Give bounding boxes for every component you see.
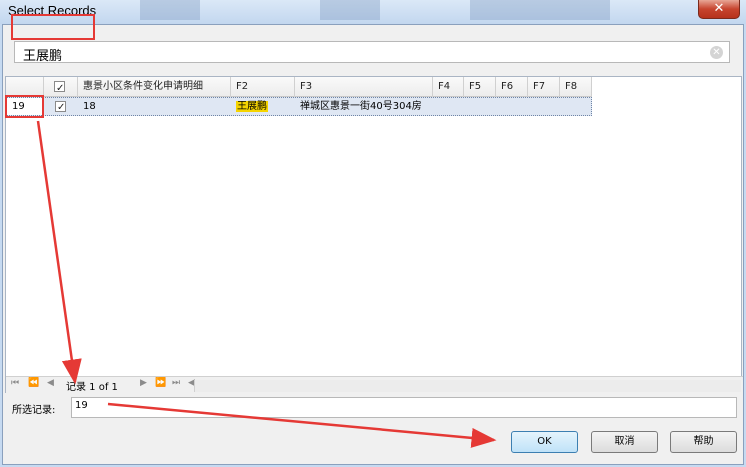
records-grid: 惠景小区条件变化申请明细 F2 F3 F4 F5 F6 F7 F8 19 18 …: [5, 76, 743, 393]
header-f3[interactable]: F3: [295, 77, 433, 97]
header-f6[interactable]: F6: [496, 77, 528, 97]
pager: ⏮ ⏪ ◀ 记录 1 of 1 ▶ ⏩ ⏭ ◀: [6, 376, 743, 393]
header-f5[interactable]: F5: [464, 77, 496, 97]
selected-records-label: 所选记录:: [12, 405, 56, 416]
row-f3: 禅城区惠景一街40号304房: [300, 101, 422, 112]
background-blur: [320, 0, 380, 20]
title-bar: Select Records ✕: [0, 0, 746, 24]
prev-page-icon[interactable]: ⏪: [28, 378, 39, 388]
header-rownum: [6, 77, 44, 97]
dialog-body: 王展鹏 ✕ 惠景小区条件变化申请明细 F2 F3 F4 F5 F6 F7 F8 …: [2, 24, 744, 465]
close-button[interactable]: ✕: [698, 0, 740, 19]
last-icon[interactable]: ⏭: [172, 378, 180, 388]
header-f2[interactable]: F2: [231, 77, 295, 97]
search-match: 王展鹏: [236, 101, 268, 112]
table-row[interactable]: 19 18 王展鹏 禅城区惠景一街40号304房: [6, 97, 592, 116]
header-col1[interactable]: 惠景小区条件变化申请明细: [78, 77, 231, 97]
ok-button[interactable]: OK: [511, 431, 578, 453]
header-select-all[interactable]: [44, 77, 78, 97]
next-icon[interactable]: ▶: [140, 378, 147, 388]
background-blur: [470, 0, 610, 20]
header-f7[interactable]: F7: [528, 77, 560, 97]
row-col1: 18: [83, 101, 96, 112]
clear-icon[interactable]: ✕: [710, 46, 723, 59]
record-counter: 记录 1 of 1: [66, 382, 118, 393]
grid-header: 惠景小区条件变化申请明细 F2 F3 F4 F5 F6 F7 F8: [6, 77, 592, 97]
horizontal-scrollbar[interactable]: [194, 380, 741, 392]
row-checkbox[interactable]: [55, 99, 66, 115]
row-f2: 王展鹏: [231, 98, 295, 115]
first-icon[interactable]: ⏮: [11, 378, 19, 388]
cancel-button[interactable]: 取消: [591, 431, 658, 453]
close-icon: ✕: [713, 1, 725, 16]
next-page-icon[interactable]: ⏩: [155, 378, 166, 388]
help-button[interactable]: 帮助: [670, 431, 737, 453]
search-input[interactable]: 王展鹏 ✕: [14, 41, 730, 64]
prev-icon[interactable]: ◀: [47, 378, 54, 388]
select-all-checkbox[interactable]: [54, 79, 65, 97]
search-value: 王展鹏: [23, 49, 63, 64]
selected-records-value: 19: [75, 400, 88, 411]
header-f4[interactable]: F4: [433, 77, 464, 97]
row-select[interactable]: [44, 98, 78, 115]
annotation-box-search: [11, 14, 95, 40]
header-f8[interactable]: F8: [560, 77, 592, 97]
annotation-box-row: [5, 95, 44, 118]
selected-records-field[interactable]: 19: [71, 397, 737, 418]
background-blur: [140, 0, 200, 20]
